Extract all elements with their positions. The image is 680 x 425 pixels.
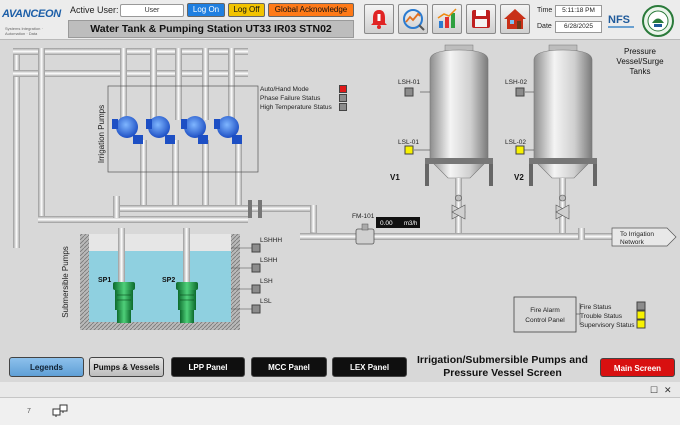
mcc-panel-button[interactable]: MCC Panel bbox=[251, 357, 327, 377]
network-status-icon[interactable] bbox=[52, 404, 68, 418]
main-screen-button[interactable]: Main Screen bbox=[600, 358, 675, 377]
irrigation-pump-1[interactable] bbox=[112, 116, 143, 144]
bar-chart-icon[interactable] bbox=[432, 4, 462, 34]
lsh-01-label: LSH-01 bbox=[398, 79, 420, 86]
nfs-logo: NFS bbox=[606, 8, 636, 34]
sp1-label: SP1 bbox=[98, 277, 111, 284]
lsh-label: LSH bbox=[260, 278, 273, 285]
left-pipe bbox=[13, 48, 20, 248]
window-status-top bbox=[0, 382, 680, 398]
lshhh-label: LSHHH bbox=[260, 237, 282, 244]
bottom-nav-bar: Legends Pumps & Vessels LPP Panel MCC Pa… bbox=[0, 354, 680, 382]
lsl-02-label: LSL-02 bbox=[505, 139, 526, 146]
tank-v2-label: V2 bbox=[514, 173, 524, 182]
avanceon-logo: AVANCEON Systems Integration · Automatio… bbox=[2, 5, 62, 37]
date-label: Date bbox=[537, 23, 552, 30]
active-user-field[interactable]: User bbox=[120, 4, 184, 17]
log-on-button[interactable]: Log On bbox=[187, 3, 225, 17]
close-window-icon[interactable]: ✕ bbox=[664, 385, 672, 396]
second-header-pipe bbox=[13, 70, 248, 77]
logo-text: AVANCEON bbox=[2, 8, 61, 20]
flow-meter[interactable] bbox=[355, 223, 375, 245]
discharge-header bbox=[113, 205, 313, 212]
high-temperature-indicator bbox=[339, 103, 347, 111]
nfs-logo-text: NFS bbox=[608, 14, 630, 26]
process-area: Irrigation Pumps FM-101 0.00 m3/h To Irr… bbox=[0, 41, 680, 354]
tank-v2[interactable] bbox=[529, 44, 597, 186]
lshh-label: LSHH bbox=[260, 257, 278, 264]
phase-failure-label: Phase Failure Status bbox=[260, 95, 321, 102]
screen-title-line2: Pressure Vessel Screen bbox=[443, 367, 562, 379]
fire-status-indicator bbox=[636, 301, 646, 311]
trouble-status-label: Trouble Status bbox=[580, 313, 623, 320]
emblem-logo bbox=[640, 4, 676, 38]
network-label-line2: Network bbox=[620, 239, 645, 246]
fire-panel-line2: Control Panel bbox=[525, 317, 565, 324]
irrigation-pump-4[interactable] bbox=[214, 116, 242, 144]
lsl-02-indicator bbox=[515, 145, 525, 155]
lsh-indicator bbox=[251, 284, 261, 294]
network-label-line1: To Irrigation bbox=[620, 231, 654, 238]
submersible-pumps-label: Submersible Pumps bbox=[61, 246, 70, 318]
tanks-title-line3: Tanks bbox=[630, 67, 651, 76]
flow-meter-tag: FM-101 bbox=[352, 213, 375, 220]
log-off-button[interactable]: Log Off bbox=[228, 3, 265, 17]
time-display: 5:11:18 PM bbox=[555, 5, 602, 17]
logo-tagline: Systems Integration · Automation · Data bbox=[5, 26, 43, 36]
network-pipe bbox=[300, 233, 612, 240]
lex-panel-button[interactable]: LEX Panel bbox=[332, 357, 407, 377]
save-icon[interactable] bbox=[466, 4, 496, 34]
lshh-indicator bbox=[251, 263, 261, 273]
lsl-indicator bbox=[251, 304, 261, 314]
flow-unit: m3/h bbox=[404, 221, 417, 227]
lower-return-pipe bbox=[38, 216, 248, 223]
irrigation-pump-3[interactable] bbox=[181, 116, 208, 144]
active-user-label: Active User: bbox=[70, 5, 119, 15]
date-display: 6/28/2025 bbox=[555, 21, 602, 33]
lshhh-indicator bbox=[251, 243, 261, 253]
auto-hand-mode-label: Auto/Hand Mode bbox=[260, 86, 309, 93]
time-label: Time bbox=[537, 7, 553, 14]
auto-hand-mode-indicator bbox=[339, 85, 347, 93]
high-temperature-label: High Temperature Status bbox=[260, 104, 332, 111]
tanks-title-line1: Pressure bbox=[624, 47, 657, 56]
screen-title: Irrigation/Submersible Pumps and Pressur… bbox=[410, 354, 595, 380]
supervisory-status-indicator bbox=[636, 319, 646, 329]
global-acknowledge-button[interactable]: Global Acknowledge bbox=[268, 3, 354, 17]
tank-v1[interactable] bbox=[425, 44, 493, 186]
lsh-01-indicator bbox=[404, 87, 414, 97]
screen-title-line1: Irrigation/Submersible Pumps and bbox=[417, 354, 588, 366]
status-counter: 7 bbox=[27, 408, 31, 415]
trouble-status-indicator bbox=[636, 310, 646, 320]
tank-v1-label: V1 bbox=[390, 173, 400, 182]
trend-gauge-icon[interactable] bbox=[398, 4, 428, 34]
tanks-title-line2: Vessel/Surge bbox=[616, 57, 664, 66]
lpp-panel-button[interactable]: LPP Panel bbox=[171, 357, 245, 377]
inner-left-pipe bbox=[38, 48, 45, 223]
hmi-window: { "header": { "logo": "AVANCEON", "logo_… bbox=[0, 0, 680, 425]
fire-status-label: Fire Status bbox=[580, 304, 612, 311]
supervisory-status-label: Supervisory Status bbox=[580, 322, 635, 329]
lsl-01-label: LSL-01 bbox=[398, 139, 419, 146]
sp2-label: SP2 bbox=[162, 277, 175, 284]
legends-button[interactable]: Legends bbox=[9, 357, 84, 377]
irrigation-pump-2[interactable] bbox=[146, 116, 175, 144]
wet-well-water bbox=[89, 251, 231, 322]
station-title: Water Tank & Pumping Station UT33 IR03 S… bbox=[68, 20, 354, 38]
irrigation-pumps-label: Irrigation Pumps bbox=[97, 105, 106, 163]
lsh-02-label: LSH-02 bbox=[505, 79, 527, 86]
home-icon[interactable] bbox=[500, 4, 530, 34]
restore-window-icon[interactable]: ☐ bbox=[650, 385, 658, 396]
alarm-bell-icon[interactable] bbox=[364, 4, 394, 34]
fire-panel-line1: Fire Alarm bbox=[530, 307, 560, 314]
phase-failure-indicator bbox=[339, 94, 347, 102]
fire-alarm-panel[interactable] bbox=[513, 296, 577, 333]
lsl-label: LSL bbox=[260, 298, 272, 305]
flow-value: 0.00 bbox=[380, 220, 393, 227]
lsl-01-indicator bbox=[404, 145, 414, 155]
lsh-02-indicator bbox=[515, 87, 525, 97]
pumps-vessels-button[interactable]: Pumps & Vessels bbox=[89, 357, 164, 377]
top-header-pipe bbox=[13, 48, 248, 55]
